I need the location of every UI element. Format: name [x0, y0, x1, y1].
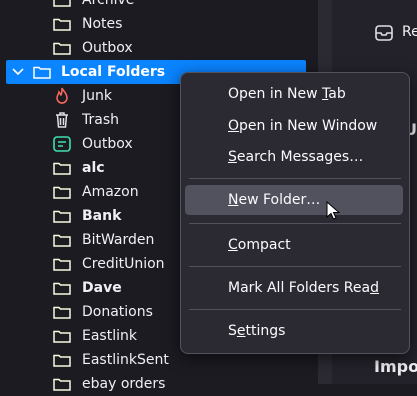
mouse-cursor-icon: [326, 200, 341, 225]
local-folders-icon: [32, 62, 52, 82]
folder-label: Outbox: [82, 136, 133, 152]
menu-text: S: [228, 323, 237, 339]
outbox-icon: [52, 134, 72, 154]
folder-label: Junk: [82, 88, 112, 104]
menu-accesskey: e: [236, 323, 246, 339]
folder-icon: [52, 38, 72, 58]
folder-label: EastlinkSent: [82, 352, 169, 368]
menu-item-mark-all-read[interactable]: Mark All Folders Read: [185, 273, 403, 303]
folder-icon: [52, 206, 72, 226]
folder-label: Eastlink: [82, 328, 137, 344]
right-section-heading-2: Impo: [374, 357, 417, 376]
menu-separator: [189, 223, 401, 224]
folder-item-notes[interactable]: Notes: [0, 12, 318, 36]
menu-item-compact[interactable]: Compact: [185, 230, 403, 260]
folder-label: alc: [82, 160, 105, 176]
folder-item-outbox-top[interactable]: Outbox: [0, 36, 318, 60]
menu-item-search-messages[interactable]: Search Messages…: [185, 142, 403, 172]
folder-icon: [52, 302, 72, 322]
folder-label: Notes: [82, 16, 123, 32]
chevron-down-icon[interactable]: [10, 64, 26, 80]
folder-icon: [52, 0, 72, 10]
junk-flame-icon: [52, 86, 72, 106]
menu-accesskey: d: [370, 280, 379, 296]
folder-icon: [52, 158, 72, 178]
folder-label: Dave: [82, 280, 122, 296]
menu-accesskey: N: [228, 192, 239, 208]
folder-label: Local Folders: [61, 64, 166, 80]
folder-label: Amazon: [82, 184, 139, 200]
folder-label: Outbox: [82, 40, 133, 56]
folder-icon: [52, 14, 72, 34]
folder-label: BitWarden: [82, 232, 155, 248]
folder-icon: [52, 350, 72, 370]
read-icon: [374, 23, 394, 47]
menu-text: ttings: [245, 323, 286, 339]
folder-label: Trash: [82, 112, 119, 128]
menu-accesskey: S: [228, 149, 237, 165]
folder-icon: [52, 254, 72, 274]
menu-text: ompact: [237, 237, 291, 253]
folder-label: ebay orders: [82, 376, 166, 392]
menu-item-open-new-tab[interactable]: Open in New Tab: [185, 79, 403, 109]
menu-accesskey: C: [228, 237, 238, 253]
menu-separator: [189, 266, 401, 267]
menu-text: ab: [328, 86, 346, 102]
menu-item-new-folder[interactable]: New Folder…: [185, 185, 403, 215]
folder-item-archive[interactable]: Archive: [0, 0, 318, 12]
menu-separator: [189, 178, 401, 179]
folder-icon: [52, 230, 72, 250]
menu-separator: [189, 309, 401, 310]
menu-text: Mark All Folders Rea: [228, 280, 371, 296]
menu-text: earch Messages…: [236, 149, 364, 165]
menu-text: Open in New: [228, 86, 323, 102]
folder-label: Archive: [82, 0, 135, 8]
folder-context-menu: Open in New Tab Open in New Window Searc…: [180, 72, 410, 354]
folder-icon: [52, 182, 72, 202]
folder-label: Donations: [82, 304, 153, 320]
menu-item-open-new-window[interactable]: Open in New Window: [185, 111, 403, 141]
trash-icon: [52, 110, 72, 130]
menu-accesskey: O: [228, 118, 240, 134]
folder-label: Bank: [82, 208, 122, 224]
folder-label: CreditUnion: [82, 256, 165, 272]
folder-icon: [52, 326, 72, 346]
folder-item-ebay-orders[interactable]: ebay orders: [0, 372, 318, 396]
folder-icon: [52, 278, 72, 298]
menu-text: pen in New Window: [239, 118, 378, 134]
menu-text: ew Folder…: [238, 192, 321, 208]
folder-icon: [52, 374, 72, 394]
menu-item-settings[interactable]: Settings: [185, 316, 403, 346]
right-header-text: Re: [402, 24, 417, 40]
